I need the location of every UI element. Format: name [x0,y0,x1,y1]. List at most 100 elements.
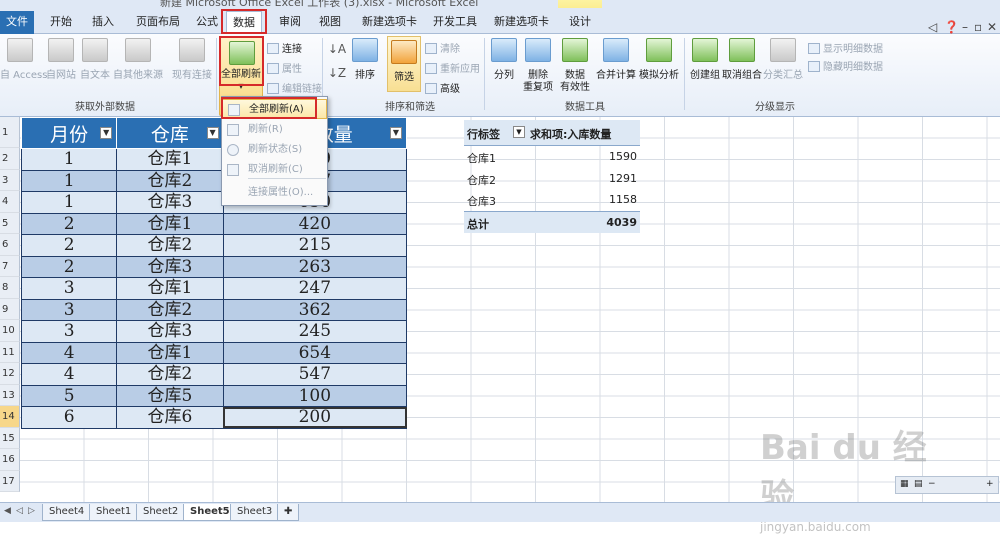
menu-item-cancel-refresh[interactable]: 取消刷新(C) [222,160,327,180]
row-header[interactable]: 4 [0,191,20,213]
table-cell[interactable]: 4 [20,341,118,364]
row-header[interactable]: 16 [0,449,20,471]
pivot-row[interactable]: 仓库1 1590 [464,146,640,168]
worksheet-grid[interactable]: 1234567891011121314151617 月份▼ 仓库▼ 入库数量▼ … [0,117,1000,502]
table-cell[interactable]: 3 [20,298,118,321]
page-layout-view-icon[interactable]: ▤ [914,479,923,489]
row-header[interactable]: 3 [0,169,20,191]
show-detail-button[interactable]: 显示明细数据 [808,40,883,55]
row-header[interactable]: 5 [0,212,20,234]
menu-item-refresh[interactable]: 刷新(R) [222,120,327,140]
tab-developer[interactable]: 开发工具 [427,11,483,33]
table-cell[interactable]: 仓库3 [116,191,224,214]
minimize-icon[interactable]: – [962,20,968,34]
text-to-columns-button[interactable]: 分列 [489,38,519,82]
sheet-tab[interactable]: Sheet2 [136,504,186,521]
table-cell[interactable]: 362 [222,298,408,321]
table-cell[interactable]: 200 [222,406,408,429]
remove-duplicates-button[interactable]: 删除 重复项 [521,38,555,94]
tab-file[interactable]: 文件 [0,11,34,34]
table-cell[interactable]: 仓库3 [116,320,224,343]
filter-dropdown-icon[interactable]: ▼ [390,127,402,139]
close-icon[interactable]: ✕ [987,20,997,34]
row-header[interactable]: 1 [0,117,20,148]
table-cell[interactable]: 2 [20,212,118,235]
reapply-button[interactable]: 重新应用 [425,60,480,75]
next-sheet-icon[interactable]: ▷ [28,506,35,516]
prev-sheet-icon[interactable]: ◁ [16,506,23,516]
header-warehouse[interactable]: 仓库 ▼ [116,117,224,149]
table-cell[interactable]: 245 [222,320,408,343]
help-icon[interactable]: ❓ [944,20,959,34]
tab-new-2[interactable]: 新建选项卡 [488,11,555,33]
edit-links-button[interactable]: 编辑链接 [267,80,322,95]
subtotal-button[interactable]: 分类汇总 [763,38,803,82]
table-cell[interactable]: 1 [20,191,118,214]
first-sheet-icon[interactable]: ◀ [4,506,11,516]
tab-home[interactable]: 开始 [44,11,78,33]
sort-button[interactable]: 排序 [350,38,380,82]
zoom-in-icon[interactable]: + [986,479,994,489]
row-header[interactable]: 6 [0,234,20,256]
row-header[interactable]: 8 [0,277,20,299]
minimize-ribbon-icon[interactable]: ◁ [928,20,937,34]
hide-detail-button[interactable]: 隐藏明细数据 [808,58,883,73]
tab-insert[interactable]: 插入 [86,11,120,33]
data-validation-button[interactable]: 数据 有效性 [557,38,593,94]
pivot-row[interactable]: 仓库2 1291 [464,168,640,190]
sheet-tab[interactable]: Sheet1 [89,504,139,521]
table-cell[interactable]: 仓库1 [116,148,224,171]
row-header[interactable]: 15 [0,427,20,449]
filter-dropdown-icon[interactable]: ▼ [206,127,219,139]
table-cell[interactable]: 100 [222,384,408,407]
table-cell[interactable]: 547 [222,363,408,386]
table-cell[interactable]: 654 [222,341,408,364]
menu-item-refresh-all[interactable]: 全部刷新(A) [222,99,327,119]
menu-item-connection-properties[interactable]: 连接属性(O)... [222,183,327,203]
row-header[interactable]: 14 [0,406,20,428]
table-cell[interactable]: 6 [20,406,118,429]
clear-filter-button[interactable]: 清除 [425,40,460,55]
pivot-filter-icon[interactable]: ▼ [513,126,525,138]
table-cell[interactable]: 仓库5 [116,384,224,407]
connections-button[interactable]: 连接 [267,40,302,55]
existing-connections-button[interactable]: 现有连接 [170,38,214,82]
row-header[interactable]: 7 [0,255,20,277]
table-cell[interactable]: 263 [222,255,408,278]
table-cell[interactable]: 1 [20,169,118,192]
table-cell[interactable]: 1 [20,148,118,171]
table-cell[interactable]: 仓库1 [116,212,224,235]
tab-review[interactable]: 审阅 [273,11,307,33]
sheet-tab[interactable]: Sheet5 [183,504,237,521]
tab-view[interactable]: 视图 [313,11,347,33]
tab-new-1[interactable]: 新建选项卡 [356,11,423,33]
sheet-tab[interactable]: Sheet3 [230,504,280,521]
from-web-button[interactable]: 自网站 [44,38,78,82]
table-cell[interactable]: 247 [222,277,408,300]
properties-button[interactable]: 属性 [267,60,302,75]
tab-design[interactable]: 设计 [563,11,597,33]
consolidate-button[interactable]: 合并计算 [595,38,637,82]
table-cell[interactable]: 215 [222,234,408,257]
advanced-filter-button[interactable]: 高级 [425,80,460,95]
sort-asc-button[interactable]: ↓A [327,42,347,56]
table-cell[interactable]: 仓库1 [116,277,224,300]
insert-sheet-icon[interactable]: ✚ [277,504,300,521]
row-header[interactable]: 11 [0,341,20,363]
table-cell[interactable]: 3 [20,277,118,300]
row-header[interactable]: 13 [0,384,20,406]
table-cell[interactable]: 420 [222,212,408,235]
row-header[interactable]: 2 [0,148,20,170]
table-cell[interactable]: 仓库2 [116,169,224,192]
sort-desc-button[interactable]: ↓Z [327,66,347,80]
from-other-sources-button[interactable]: 自其他来源 [112,38,164,82]
header-month[interactable]: 月份 ▼ [20,117,118,149]
table-cell[interactable]: 3 [20,320,118,343]
table-cell[interactable]: 仓库3 [116,255,224,278]
row-header[interactable]: 12 [0,363,20,385]
row-header[interactable]: 10 [0,320,20,342]
table-cell[interactable]: 仓库2 [116,234,224,257]
row-header[interactable]: 9 [0,298,20,320]
group-button[interactable]: 创建组 [688,38,722,82]
table-cell[interactable]: 4 [20,363,118,386]
